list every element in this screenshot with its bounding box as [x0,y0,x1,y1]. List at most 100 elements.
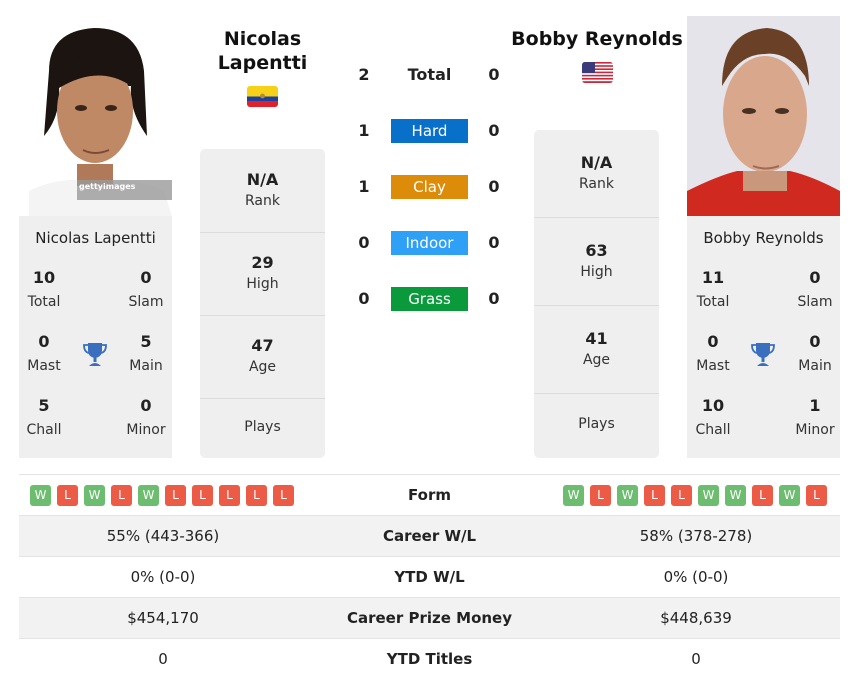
high-value: 29 [251,253,274,272]
rank-panel-right: N/A Rank 63 High 41 Age Plays [534,130,659,458]
player-card-left: Nicolas Lapentti 10 Total 0 Slam 0 Mast … [19,216,172,458]
row-label: YTD Titles [386,650,473,668]
stat-value: 0 [38,332,50,351]
rank-panel-left: N/A Rank 29 High 47 Age Plays [200,149,325,458]
titles-main-left: 5 Main [116,332,176,376]
player-photo-left: gettyimages [19,16,172,216]
stat-value: 10 [32,268,56,287]
form-loss-badge: L [192,485,213,506]
stat-label: Total [27,294,61,310]
stat-label: Minor [126,422,166,438]
h2h-right-count: 0 [488,233,500,252]
titles-slam-left: 0 Slam [116,268,176,312]
stat-label: Mast [27,358,61,374]
h2h-row-hard: 1 Hard 0 [340,119,520,143]
form-win-badge: W [563,485,584,506]
titles-chall-right: 10 Chall [683,396,743,440]
form-win-badge: W [617,485,638,506]
stat-value: 0 [809,332,821,351]
form-win-badge: W [779,485,800,506]
h2h-left-count: 1 [358,177,370,196]
table-row-ytd-titles: 0 YTD Titles 0 [19,638,840,679]
form-label: Form [408,486,451,504]
plays-cell: Plays [200,399,325,458]
left-value: $454,170 [127,609,199,627]
player-photo-right [687,16,840,216]
player-card-right: Bobby Reynolds 11 Total 0 Slam 0 Mast 0 … [687,216,840,458]
surface-badge-hard[interactable]: Hard [391,119,468,143]
stat-value: 5 [38,396,50,415]
form-left: WLWLWLLLLL [30,485,294,506]
player-name-left: Nicolas Lapentti [35,229,156,247]
plays-label: Plays [244,419,281,435]
right-value: 0 [691,650,701,668]
h2h-right-count: 0 [488,177,500,196]
stat-label: Main [798,358,832,374]
trophy-icon [751,343,775,366]
form-win-badge: W [84,485,105,506]
h2h-left-count: 1 [358,121,370,140]
table-row-career-wl: 55% (443-366) Career W/L 58% (378-278) [19,515,840,556]
titles-total-left: 10 Total [14,268,74,312]
high-value: 63 [585,241,608,260]
titles-total-right: 11 Total [683,268,743,312]
right-value: 58% (378-278) [639,527,753,545]
stat-value: 1 [809,396,821,415]
age-label: Age [248,359,277,375]
stat-label: Mast [696,358,730,374]
player-heading-right[interactable]: Bobby Reynolds [500,27,694,51]
stat-label: Chall [695,422,731,438]
h2h-row-grass: 0 Grass 0 [340,287,520,311]
left-value: 0% (0-0) [130,568,196,586]
rank-cell: N/A Rank [200,149,325,233]
stat-label: Total [696,294,730,310]
surface-badge-clay[interactable]: Clay [391,175,468,199]
rank-value: N/A [580,153,613,172]
titles-minor-right: 1 Minor [785,396,845,440]
high-cell: 29 High [200,233,325,316]
form-loss-badge: L [111,485,132,506]
titles-main-right: 0 Main [785,332,845,376]
rank-label: Rank [579,176,614,192]
player-heading-left[interactable]: Nicolas Lapentti [200,27,325,75]
age-cell: 41 Age [534,306,659,394]
titles-mast-left: 0 Mast [14,332,74,376]
h2h-row-total: 2 Total 0 [340,63,520,87]
form-loss-badge: L [57,485,78,506]
row-label: Career W/L [382,527,477,545]
high-cell: 63 High [534,218,659,306]
h2h-right-count: 0 [488,121,500,140]
rank-label: Rank [245,193,280,209]
high-label: High [580,264,613,280]
right-value: 0% (0-0) [663,568,729,586]
stat-value: 11 [701,268,725,287]
form-loss-badge: L [590,485,611,506]
table-row-prize-money: $454,170 Career Prize Money $448,639 [19,597,840,638]
rank-cell: N/A Rank [534,130,659,218]
form-loss-badge: L [165,485,186,506]
ecuador-flag-icon [247,86,278,107]
right-value: $448,639 [660,609,732,627]
left-value: 55% (443-366) [106,527,220,545]
titles-minor-left: 0 Minor [116,396,176,440]
stat-label: Slam [797,294,833,310]
surface-badge-indoor[interactable]: Indoor [391,231,468,255]
surface-badge-grass[interactable]: Grass [391,287,468,311]
heading-line: Lapentti [217,52,308,74]
age-cell: 47 Age [200,316,325,399]
stat-value: 0 [140,268,152,287]
row-label: Career Prize Money [346,609,512,627]
h2h-left-count: 0 [358,233,370,252]
left-value: 0 [158,650,168,668]
rank-value: N/A [246,170,279,189]
h2h-right-count: 0 [488,289,500,308]
photo-watermark: gettyimages [79,182,136,191]
form-loss-badge: L [644,485,665,506]
stat-value: 0 [707,332,719,351]
stat-label: Main [129,358,163,374]
form-loss-badge: L [671,485,692,506]
form-win-badge: W [698,485,719,506]
form-win-badge: W [725,485,746,506]
age-value: 47 [251,336,274,355]
plays-cell: Plays [534,394,659,458]
